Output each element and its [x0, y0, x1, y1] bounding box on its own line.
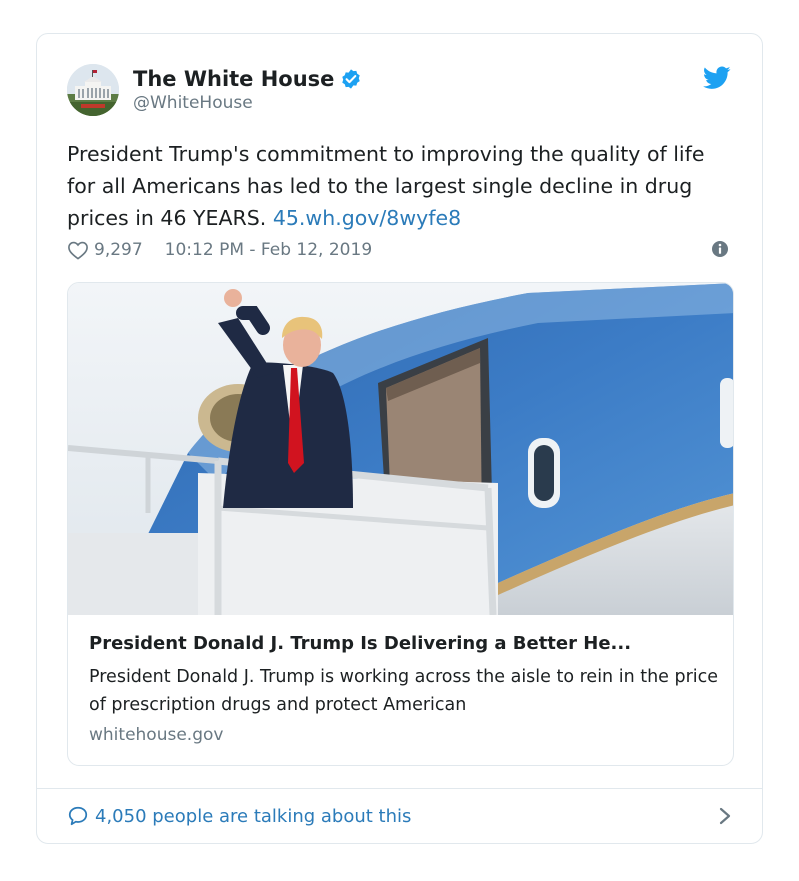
avatar[interactable] [67, 64, 119, 116]
link-preview-title: President Donald J. Trump Is Delivering … [89, 633, 632, 654]
link-preview-image [68, 283, 733, 615]
verified-badge-icon [340, 68, 362, 90]
twitter-bird-icon[interactable] [703, 66, 731, 90]
like-count[interactable]: 9,297 [94, 240, 143, 260]
conversation-link[interactable]: 4,050 people are talking about this [67, 801, 732, 831]
info-icon[interactable] [711, 240, 729, 258]
heart-icon[interactable] [67, 240, 89, 260]
author-handle[interactable]: @WhiteHouse [133, 93, 253, 113]
tweet-meta: 9,297 10:12 PM - Feb 12, 2019 [67, 237, 372, 263]
white-house-avatar-image [67, 64, 119, 116]
chevron-right-icon[interactable] [718, 806, 732, 826]
speech-bubble-icon [68, 806, 88, 826]
tweet-text: President Trump's commitment to improvin… [67, 138, 737, 234]
footer-divider [37, 788, 762, 789]
link-preview-description: President Donald J. Trump is working acr… [89, 667, 719, 715]
link-preview-domain: whitehouse.gov [89, 725, 224, 745]
link-preview-card[interactable]: President Donald J. Trump Is Delivering … [67, 282, 734, 766]
tweet-card: The White House @WhiteHouse President Tr… [36, 33, 763, 844]
talking-count: 4,050 people are talking about this [95, 805, 412, 827]
tweet-link[interactable]: 45.wh.gov/8wyfe8 [273, 206, 461, 230]
author-name-row: The White House [133, 64, 362, 94]
tweet-timestamp[interactable]: 10:12 PM - Feb 12, 2019 [165, 240, 372, 260]
author-name[interactable]: The White House [133, 67, 334, 91]
